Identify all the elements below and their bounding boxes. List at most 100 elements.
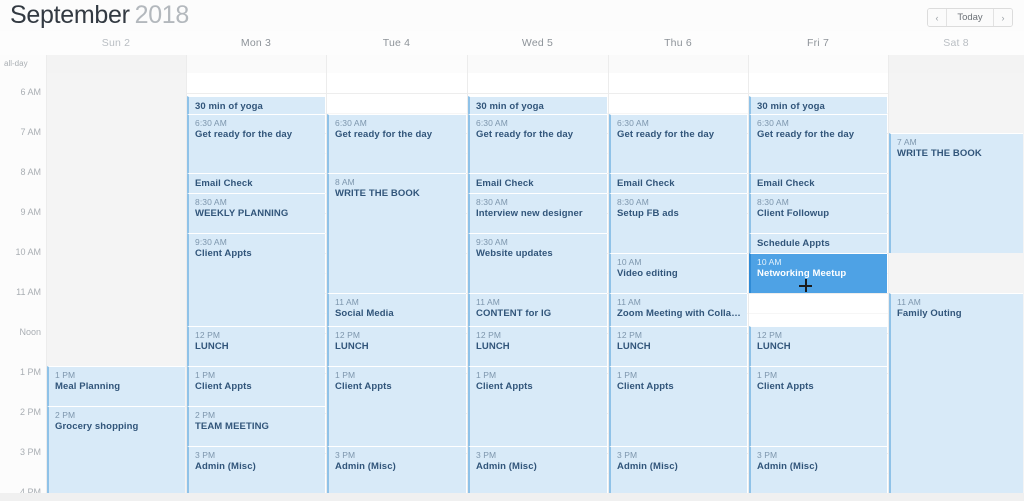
event-title: LUNCH <box>335 341 369 352</box>
title-year: 2018 <box>134 1 190 29</box>
calendar-event[interactable]: 10 AM Networking Meetup <box>749 253 887 293</box>
calendar-event[interactable]: 30 min of yoga <box>468 96 607 114</box>
event-time: 6:30 AM <box>335 118 367 128</box>
calendar-event[interactable]: 8:30 AM Interview new designer <box>468 193 607 233</box>
calendar-event[interactable]: 11 AM CONTENT for IG <box>468 293 607 326</box>
calendar-event[interactable]: Email Check <box>187 173 325 193</box>
calendar-event[interactable]: 30 min of yoga <box>749 96 887 114</box>
calendar-event[interactable]: 9:30 AM Website updates <box>468 233 607 293</box>
page-title: September 2018 <box>10 1 189 30</box>
hour-label-7: 1 PM <box>19 367 41 377</box>
calendar-event[interactable]: 6:30 AM Get ready for the day <box>187 114 325 173</box>
calendar-event[interactable]: 12 PM LUNCH <box>749 326 887 366</box>
all-day-cell-3[interactable] <box>467 55 609 73</box>
calendar-event[interactable]: 1 PM Client Appts <box>187 366 325 406</box>
calendar-event[interactable]: 7 AM WRITE THE BOOK <box>889 133 1023 253</box>
calendar-event[interactable]: 3 PM Admin (Misc) <box>468 446 607 499</box>
calendar-event[interactable]: 8:30 AM Setup FB ads <box>609 193 747 253</box>
previous-week-button[interactable]: ‹ <box>928 9 946 26</box>
hour-label-3: 9 AM <box>20 207 41 217</box>
calendar-event[interactable]: 8 AM WRITE THE BOOK <box>327 173 466 293</box>
calendar-event[interactable]: 6:30 AM Get ready for the day <box>468 114 607 173</box>
calendar-event[interactable]: 11 AM Zoom Meeting with Collabo… <box>609 293 747 326</box>
event-time: 3 PM <box>757 450 778 460</box>
event-time: 9:30 AM <box>195 237 227 247</box>
event-title: Get ready for the day <box>617 129 715 140</box>
day-header-2[interactable]: Tue 4 <box>326 31 467 55</box>
calendar-event[interactable]: 6:30 AM Get ready for the day <box>749 114 887 173</box>
calendar-event[interactable]: 10 AM Video editing <box>609 253 747 293</box>
bottom-edge <box>0 493 1024 501</box>
all-day-cell-2[interactable] <box>326 55 468 73</box>
calendar-event[interactable]: 1 PM Client Appts <box>749 366 887 446</box>
event-title: Admin (Misc) <box>195 461 256 472</box>
calendar-event[interactable]: 6:30 AM Get ready for the day <box>609 114 747 173</box>
all-day-cell-6[interactable] <box>888 55 1024 73</box>
calendar-event[interactable]: 12 PM LUNCH <box>468 326 607 366</box>
calendar-event[interactable]: 12 PM LUNCH <box>327 326 466 366</box>
day-header-4[interactable]: Thu 6 <box>608 31 748 55</box>
next-week-button[interactable]: › <box>994 9 1012 26</box>
calendar-event[interactable]: 6:30 AM Get ready for the day <box>327 114 466 173</box>
calendar-event[interactable]: 1 PM Client Appts <box>468 366 607 446</box>
event-time: 11 AM <box>476 297 500 307</box>
calendar-event[interactable]: 8:30 AM Client Followup <box>749 193 887 233</box>
day-header-5[interactable]: Fri 7 <box>748 31 888 55</box>
event-title: LUNCH <box>757 341 791 352</box>
calendar-event[interactable]: Email Check <box>609 173 747 193</box>
event-title: Get ready for the day <box>195 129 293 140</box>
event-title: CONTENT for IG <box>476 308 552 319</box>
today-button[interactable]: Today <box>946 9 994 26</box>
calendar-event[interactable]: 11 AM Family Outing <box>889 293 1023 499</box>
calendar-event[interactable]: Schedule Appts <box>749 233 887 253</box>
event-time: 8:30 AM <box>195 197 227 207</box>
all-day-cell-0[interactable] <box>46 55 187 73</box>
calendar-event[interactable]: 3 PM Admin (Misc) <box>187 446 325 499</box>
calendar-event[interactable]: 3 PM Admin (Misc) <box>327 446 466 499</box>
day-header-6[interactable]: Sat 8 <box>888 31 1024 55</box>
calendar-event[interactable]: 11 AM Social Media <box>327 293 466 326</box>
calendar-event[interactable]: 1 PM Meal Planning <box>47 366 185 406</box>
time-gutter: 6 AM 7 AM 8 AM 9 AM 10 AM 11 AM Noon 1 PM 2 PM 3 … <box>0 73 46 501</box>
day-header-1[interactable]: Mon 3 <box>186 31 326 55</box>
event-title: 30 min of yoga <box>757 101 825 112</box>
hour-label-1: 7 AM <box>20 127 41 137</box>
event-title: Client Appts <box>195 381 252 392</box>
calendar-event[interactable]: 12 PM LUNCH <box>609 326 747 366</box>
calendar-event[interactable]: 3 PM Admin (Misc) <box>609 446 747 499</box>
event-title: Admin (Misc) <box>335 461 396 472</box>
event-title: LUNCH <box>476 341 510 352</box>
all-day-cell-5[interactable] <box>748 55 889 73</box>
calendar-event[interactable]: Email Check <box>749 173 887 193</box>
event-time: 2 PM <box>55 410 76 420</box>
event-title: Zoom Meeting with Collabo… <box>617 308 747 319</box>
calendar-event[interactable]: 3 PM Admin (Misc) <box>749 446 887 499</box>
event-title: Interview new designer <box>476 208 583 219</box>
event-title: Family Outing <box>897 308 962 319</box>
calendar-event[interactable]: 1 PM Client Appts <box>609 366 747 446</box>
calendar-event[interactable]: Email Check <box>468 173 607 193</box>
time-grid[interactable]: 6 AM 7 AM 8 AM 9 AM 10 AM 11 AM Noon 1 PM 2 PM 3 … <box>0 73 1024 501</box>
calendar-event[interactable]: 30 min of yoga <box>187 96 325 114</box>
calendar-event[interactable]: 9:30 AM Client Appts <box>187 233 325 326</box>
calendar-event[interactable]: 1 PM Client Appts <box>327 366 466 446</box>
all-day-cell-1[interactable] <box>186 55 327 73</box>
event-time: 3 PM <box>195 450 216 460</box>
calendar-event[interactable]: 2 PM Grocery shopping <box>47 406 185 499</box>
event-time: 7 AM <box>897 137 917 147</box>
event-title: Schedule Appts <box>757 238 830 249</box>
event-time: 2 PM <box>195 410 216 420</box>
day-header-3[interactable]: Wed 5 <box>467 31 608 55</box>
calendar-event[interactable]: 8:30 AM WEEKLY PLANNING <box>187 193 325 233</box>
event-title: Meal Planning <box>55 381 121 392</box>
all-day-cell-4[interactable] <box>608 55 749 73</box>
day-header-0[interactable]: Sun 2 <box>46 31 186 55</box>
all-day-row: all-day <box>0 55 1024 74</box>
calendar-event[interactable]: 2 PM TEAM MEETING <box>187 406 325 446</box>
event-title: WRITE THE BOOK <box>335 188 420 199</box>
all-day-label: all-day <box>4 59 28 68</box>
event-time: 10 AM <box>617 257 642 267</box>
hour-label-6: Noon <box>19 327 41 337</box>
day-header-row: Sun 2 Mon 3 Tue 4 Wed 5 Thu 6 Fri 7 Sat 8 <box>0 31 1024 56</box>
calendar-event[interactable]: 12 PM LUNCH <box>187 326 325 366</box>
